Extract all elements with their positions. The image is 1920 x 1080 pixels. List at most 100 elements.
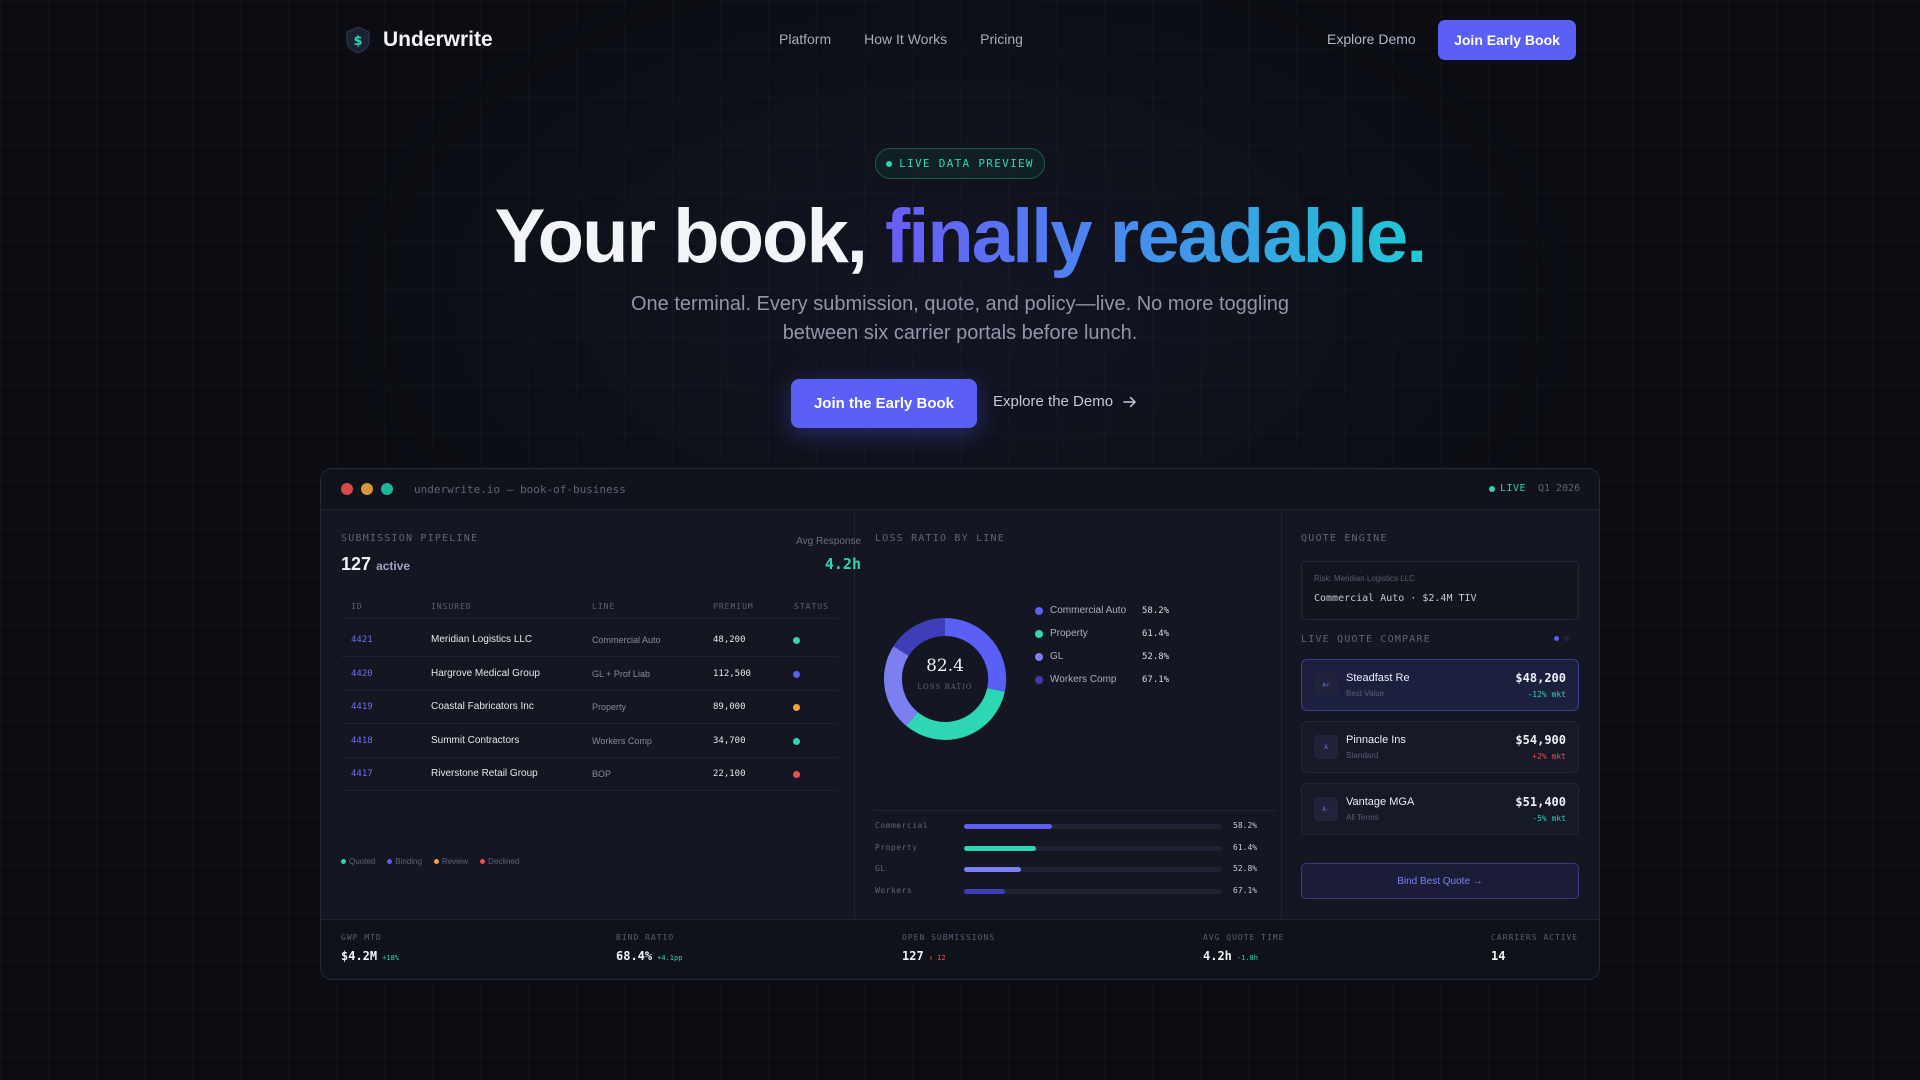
live-data-badge: LIVE DATA PREVIEW: [875, 148, 1045, 179]
legend-line-value: 52.8%: [1142, 651, 1170, 662]
carrier-rating-icon: A: [1314, 735, 1338, 759]
quote-card[interactable]: A- Vantage MGA All Terms $51,400 -5% mkt: [1301, 783, 1579, 835]
carrier-rating-icon: A-: [1314, 797, 1338, 821]
compare-pagination: [1554, 636, 1569, 641]
legend-label: Binding: [395, 857, 422, 866]
avg-response-value: 4.2h: [824, 555, 861, 573]
row-insured: Summit Contractors: [431, 734, 520, 746]
pipeline-count-value: 127: [341, 554, 372, 574]
column-header-insured: INSURED: [431, 602, 472, 611]
quote-price: $54,900: [1515, 733, 1566, 747]
terminal-title-bar: underwrite.io — book-of-business LIVE Q1…: [321, 469, 1599, 510]
pagination-dot[interactable]: [1564, 636, 1569, 641]
bar-track: [964, 845, 1222, 851]
stat-item: AVG QUOTE TIME 4.2h -1.8h: [1203, 933, 1284, 963]
bar-track: [964, 867, 1222, 872]
stat-row: $4.2M +18%: [341, 949, 399, 963]
bar-fill: [964, 824, 1052, 829]
column-header-line: LINE: [592, 602, 616, 611]
loss-ratio-legend-item: Property 61.4%: [1035, 628, 1169, 639]
column-divider: [1281, 510, 1282, 960]
legend-dot-icon: [1035, 675, 1043, 684]
quote-compare-label: LIVE QUOTE COMPARE: [1301, 634, 1431, 645]
row-premium: 112,500: [713, 668, 751, 679]
hero-title: Your book, finally readable.: [0, 192, 1920, 282]
carrier-sub: Standard: [1346, 751, 1379, 760]
bar-value: 52.8%: [1233, 864, 1258, 873]
nav-link-platform[interactable]: Platform: [779, 31, 831, 47]
quote-card[interactable]: A Pinnacle Ins Standard $54,900 +2% mkt: [1301, 721, 1579, 773]
table-row-divider: [341, 689, 838, 691]
stat-label: OPEN SUBMISSIONS: [902, 933, 996, 942]
explore-the-demo-label: Explore the Demo: [993, 393, 1114, 410]
risk-label: Risk: Meridian Logistics LLC: [1314, 574, 1415, 583]
bind-best-quote-button[interactable]: Bind Best Quote →: [1301, 863, 1579, 899]
explore-the-demo-link[interactable]: Explore the Demo: [993, 393, 1137, 410]
stat-row: 14: [1491, 949, 1578, 963]
live-dot-icon: [1489, 485, 1495, 492]
loss-ratio-legend-item: Workers Comp 67.1%: [1035, 674, 1169, 685]
stat-row: 127 ↑ 12: [902, 949, 995, 963]
row-id[interactable]: 4420: [351, 669, 373, 679]
quote-delta: -5% mkt: [1532, 814, 1566, 823]
nav-link-how-it-works[interactable]: How It Works: [864, 31, 947, 47]
join-early-book-button[interactable]: Join Early Book: [1438, 20, 1576, 60]
live-label: LIVE: [1500, 483, 1527, 494]
donut-segment-property: [906, 687, 1005, 740]
stat-label: CARRIERS ACTIVE: [1491, 933, 1579, 942]
row-id[interactable]: 4417: [351, 769, 373, 779]
quote-delta: +2% mkt: [1532, 752, 1566, 761]
table-row-divider: [341, 656, 838, 657]
status-dot-icon: [793, 704, 800, 711]
legend-line-name: GL: [1050, 651, 1064, 662]
stat-label: BIND RATIO: [616, 933, 675, 942]
bar-label: Commercial: [875, 821, 929, 830]
loss-ratio-legend-item: GL 52.8%: [1035, 651, 1169, 662]
stat-row: 68.4% +4.1pp: [616, 949, 682, 963]
row-line: Commercial Auto: [592, 635, 661, 645]
hero-title-gradient: finally readable.: [884, 194, 1427, 279]
risk-value: Commercial Auto · $2.4M TIV: [1314, 593, 1477, 604]
bar-label: Workers: [875, 885, 913, 895]
pipeline-count: 127 active: [341, 554, 410, 575]
nav-link-pricing[interactable]: Pricing: [980, 31, 1023, 47]
shield-logo-icon: $: [346, 26, 370, 54]
brand[interactable]: $ Underwrite: [345, 26, 493, 54]
stat-value: 68.4%: [616, 949, 653, 963]
legend-dot-icon: [1035, 629, 1043, 638]
quote-price: $51,400: [1515, 795, 1566, 809]
bar-value: 58.2%: [1233, 821, 1258, 830]
row-line: Property: [592, 702, 627, 712]
hero-subtitle-line-1: One terminal. Every submission, quote, a…: [630, 293, 1290, 315]
row-line: BOP: [592, 769, 612, 779]
stat-item: GWP MTD $4.2M +18%: [341, 933, 399, 963]
row-insured: Coastal Fabricators Inc: [431, 701, 534, 712]
join-the-early-book-button[interactable]: Join the Early Book: [791, 379, 977, 428]
bar-fill: [964, 867, 1021, 872]
stat-delta: +18%: [382, 954, 399, 962]
pagination-dot-active[interactable]: [1554, 636, 1559, 641]
stat-delta: -1.8h: [1236, 954, 1258, 962]
row-id[interactable]: 4418: [351, 736, 373, 746]
hero-title-plain: Your book,: [494, 194, 885, 279]
table-divider: [341, 618, 838, 619]
bar-track: [964, 888, 1222, 894]
row-id[interactable]: 4419: [351, 702, 373, 712]
carrier-rating-icon: A+: [1314, 673, 1338, 697]
loss-ratio-legend-item: Commercial Auto 58.2%: [1035, 605, 1169, 616]
pipeline-count-sub: active: [376, 559, 411, 573]
stat-item: BIND RATIO 68.4% +4.1pp: [616, 933, 682, 963]
risk-selector[interactable]: Risk: Meridian Logistics LLC Commercial …: [1301, 561, 1579, 620]
quarter-label: Q1 2026: [1538, 483, 1581, 494]
bar-label: GL: [875, 864, 886, 873]
donut-sub-label: LOSS RATIO: [917, 683, 973, 691]
legend-item-quoted: Quoted: [341, 857, 375, 866]
explore-demo-link[interactable]: Explore Demo: [1327, 31, 1416, 47]
column-header-premium: PREMIUM: [713, 602, 754, 611]
carrier-name: Steadfast Re: [1346, 672, 1410, 684]
quote-card[interactable]: A+ Steadfast Re Best Value $48,200 -12% mkt: [1301, 659, 1579, 711]
row-insured: Hargrove Medical Group: [431, 667, 540, 679]
column-header-id: ID: [351, 602, 363, 611]
legend-item-declined: Declined: [480, 857, 519, 866]
row-id[interactable]: 4421: [351, 635, 373, 645]
